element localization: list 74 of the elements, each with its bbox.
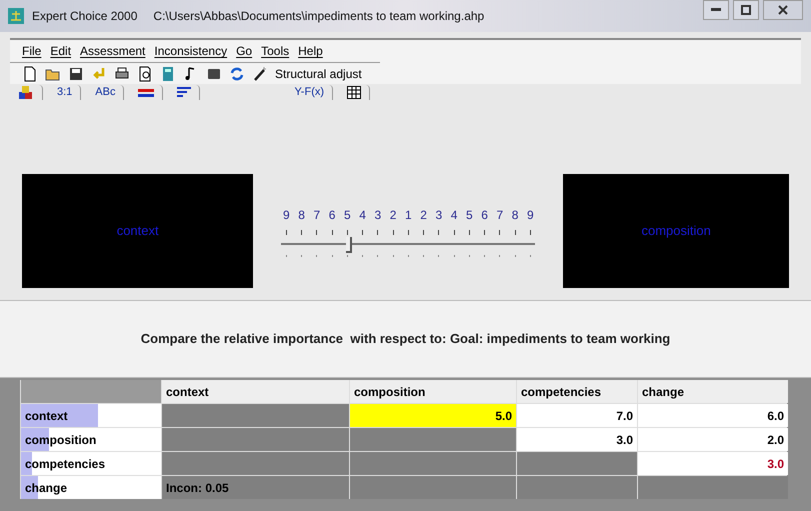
print-preview-icon[interactable] <box>137 66 153 82</box>
comparison-cell[interactable]: 5.0 <box>350 404 516 427</box>
scale-number: 2 <box>419 206 428 224</box>
scale-number: 5 <box>343 206 352 224</box>
scale-number: 3 <box>374 206 382 224</box>
menu-item[interactable]: Edit <box>50 42 72 60</box>
scale-number: 1 <box>404 206 413 224</box>
scale-number: 3 <box>434 206 444 224</box>
view-tab[interactable]: 3:1 <box>49 85 82 100</box>
scale-number: 4 <box>450 206 458 224</box>
comparison-prompt: Compare the relative importance with respect to: Goal: impediments to team working <box>140 330 670 348</box>
minimize-icon <box>711 8 721 12</box>
comparison-cell[interactable]: 6.0 <box>638 404 788 427</box>
menu-item[interactable]: Assessment <box>80 42 146 60</box>
inconsistency-cell: Incon: 0.05 <box>162 476 349 499</box>
sorted-bars-icon <box>177 86 192 98</box>
row-header[interactable]: change <box>21 476 161 499</box>
window-title: Expert Choice 2000 <box>32 8 138 25</box>
scale-number: 9 <box>526 206 535 224</box>
scale-number: 6 <box>480 206 489 224</box>
right-comparison-box: composition <box>563 174 789 288</box>
slider-thumb[interactable] <box>346 236 352 252</box>
magic-wand-icon[interactable] <box>252 66 268 82</box>
menu-item[interactable]: Go <box>236 42 252 60</box>
slider-track[interactable] <box>281 236 536 252</box>
app-icon <box>8 8 24 24</box>
row-header[interactable]: competencies <box>21 452 161 475</box>
refresh-icon[interactable] <box>229 66 245 82</box>
scale-number: 4 <box>358 206 367 224</box>
cell-value: 3.0 <box>616 432 633 448</box>
file-path: C:\Users\Abbas\Documents\impediments to team working.ahp <box>153 8 484 25</box>
maximize-icon <box>741 5 751 15</box>
new-file-icon[interactable] <box>22 66 38 82</box>
bars-icon <box>138 88 154 98</box>
cubes-icon <box>18 86 34 100</box>
close-icon <box>778 5 788 15</box>
scale-number: 6 <box>328 206 336 224</box>
left-comparison-box: context <box>22 174 254 288</box>
scale-number: 8 <box>297 206 306 224</box>
scale-number: 7 <box>496 206 504 224</box>
scale-number: 2 <box>388 206 398 224</box>
column-header: competencies <box>517 380 637 403</box>
view-tab[interactable]: Y-F(x) <box>286 85 334 100</box>
scale-number: 5 <box>465 206 474 224</box>
grid-icon <box>347 86 362 99</box>
scale-number: 9 <box>282 206 291 224</box>
view-tab[interactable]: ABc <box>87 85 124 100</box>
print-icon[interactable] <box>114 66 130 82</box>
calculator-icon[interactable] <box>160 66 176 82</box>
column-header: context <box>162 380 349 403</box>
cell-value: 7.0 <box>616 408 633 424</box>
close-button[interactable] <box>763 0 803 20</box>
comparison-cell[interactable]: 3.0 <box>517 428 637 451</box>
cell-value: 3.0 <box>767 456 784 472</box>
menu-item[interactable]: Inconsistency <box>154 42 228 60</box>
menu-item[interactable]: Tools <box>261 42 290 60</box>
comparison-cell[interactable]: 3.0 <box>638 452 788 475</box>
structural-adjust-button[interactable]: Structural adjust <box>275 64 362 82</box>
scale-number: 7 <box>312 206 322 224</box>
scale-number: 8 <box>510 206 520 224</box>
cell-value: 5.0 <box>495 408 512 424</box>
maximize-button[interactable] <box>733 0 759 20</box>
column-header: composition <box>350 380 516 403</box>
row-header[interactable]: context <box>21 404 161 427</box>
save-icon[interactable] <box>68 66 84 82</box>
minimize-button[interactable] <box>703 0 729 20</box>
cell-value: 6.0 <box>767 408 784 424</box>
menu-item[interactable]: File <box>22 42 42 60</box>
row-header[interactable]: composition <box>21 428 161 451</box>
menu-item[interactable]: Help <box>298 42 323 60</box>
comparison-cell[interactable]: 2.0 <box>638 428 788 451</box>
comparison-cell[interactable]: 7.0 <box>517 404 637 427</box>
column-header: change <box>638 380 788 403</box>
cell-value: 2.0 <box>767 432 784 448</box>
